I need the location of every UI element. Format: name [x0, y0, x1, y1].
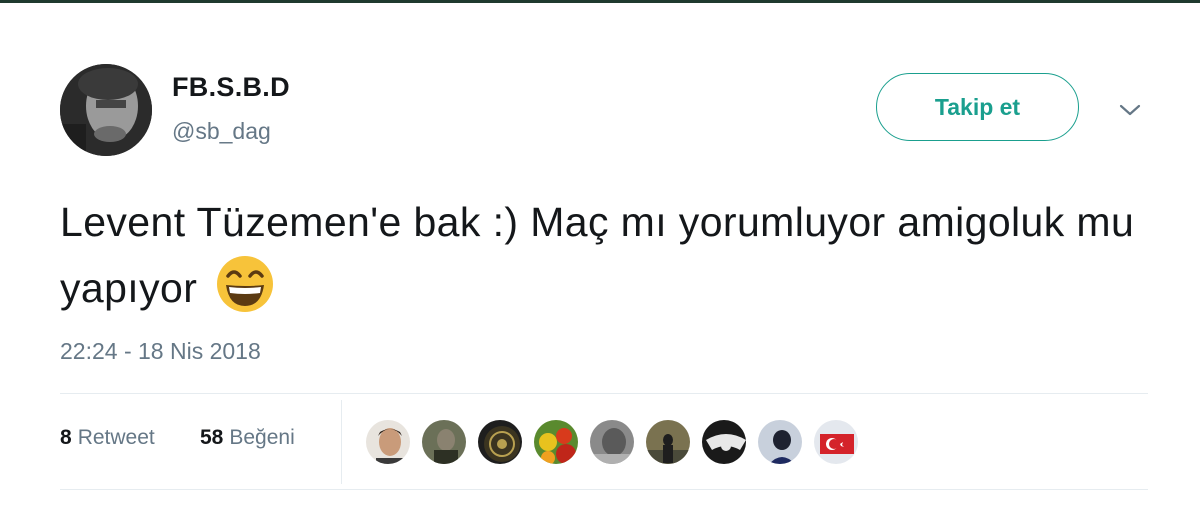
- display-name[interactable]: FB.S.B.D: [172, 72, 290, 103]
- like-stat[interactable]: 58 Beğeni: [200, 426, 295, 450]
- like-count: 58: [200, 426, 224, 449]
- follow-button[interactable]: Takip et: [876, 73, 1079, 141]
- liker-avatar[interactable]: [588, 418, 636, 466]
- liker-avatar[interactable]: [644, 418, 692, 466]
- divider: [60, 393, 1148, 394]
- liker-avatar[interactable]: [812, 418, 860, 466]
- liker-avatar[interactable]: [700, 418, 748, 466]
- grinning-face-emoji-icon: [215, 254, 275, 314]
- like-label: Beğeni: [229, 426, 295, 449]
- liker-avatar[interactable]: [532, 418, 580, 466]
- stats-separator: [341, 400, 342, 484]
- liker-avatar[interactable]: [756, 418, 804, 466]
- tweet-text: Levent Tüzemen'e bak :) Maç mı yorumluyo…: [60, 190, 1160, 320]
- divider: [60, 489, 1148, 490]
- chevron-down-icon[interactable]: [1116, 96, 1144, 124]
- top-bar: [0, 0, 1200, 3]
- retweet-label: Retweet: [77, 426, 155, 449]
- user-avatar[interactable]: [60, 64, 152, 156]
- liker-avatar[interactable]: [364, 418, 412, 466]
- liker-avatar[interactable]: [420, 418, 468, 466]
- liker-avatar[interactable]: [476, 418, 524, 466]
- user-handle[interactable]: @sb_dag: [172, 118, 271, 145]
- retweet-count: 8: [60, 426, 72, 449]
- tweet-timestamp[interactable]: 22:24 - 18 Nis 2018: [60, 338, 261, 365]
- retweet-stat[interactable]: 8 Retweet: [60, 426, 155, 450]
